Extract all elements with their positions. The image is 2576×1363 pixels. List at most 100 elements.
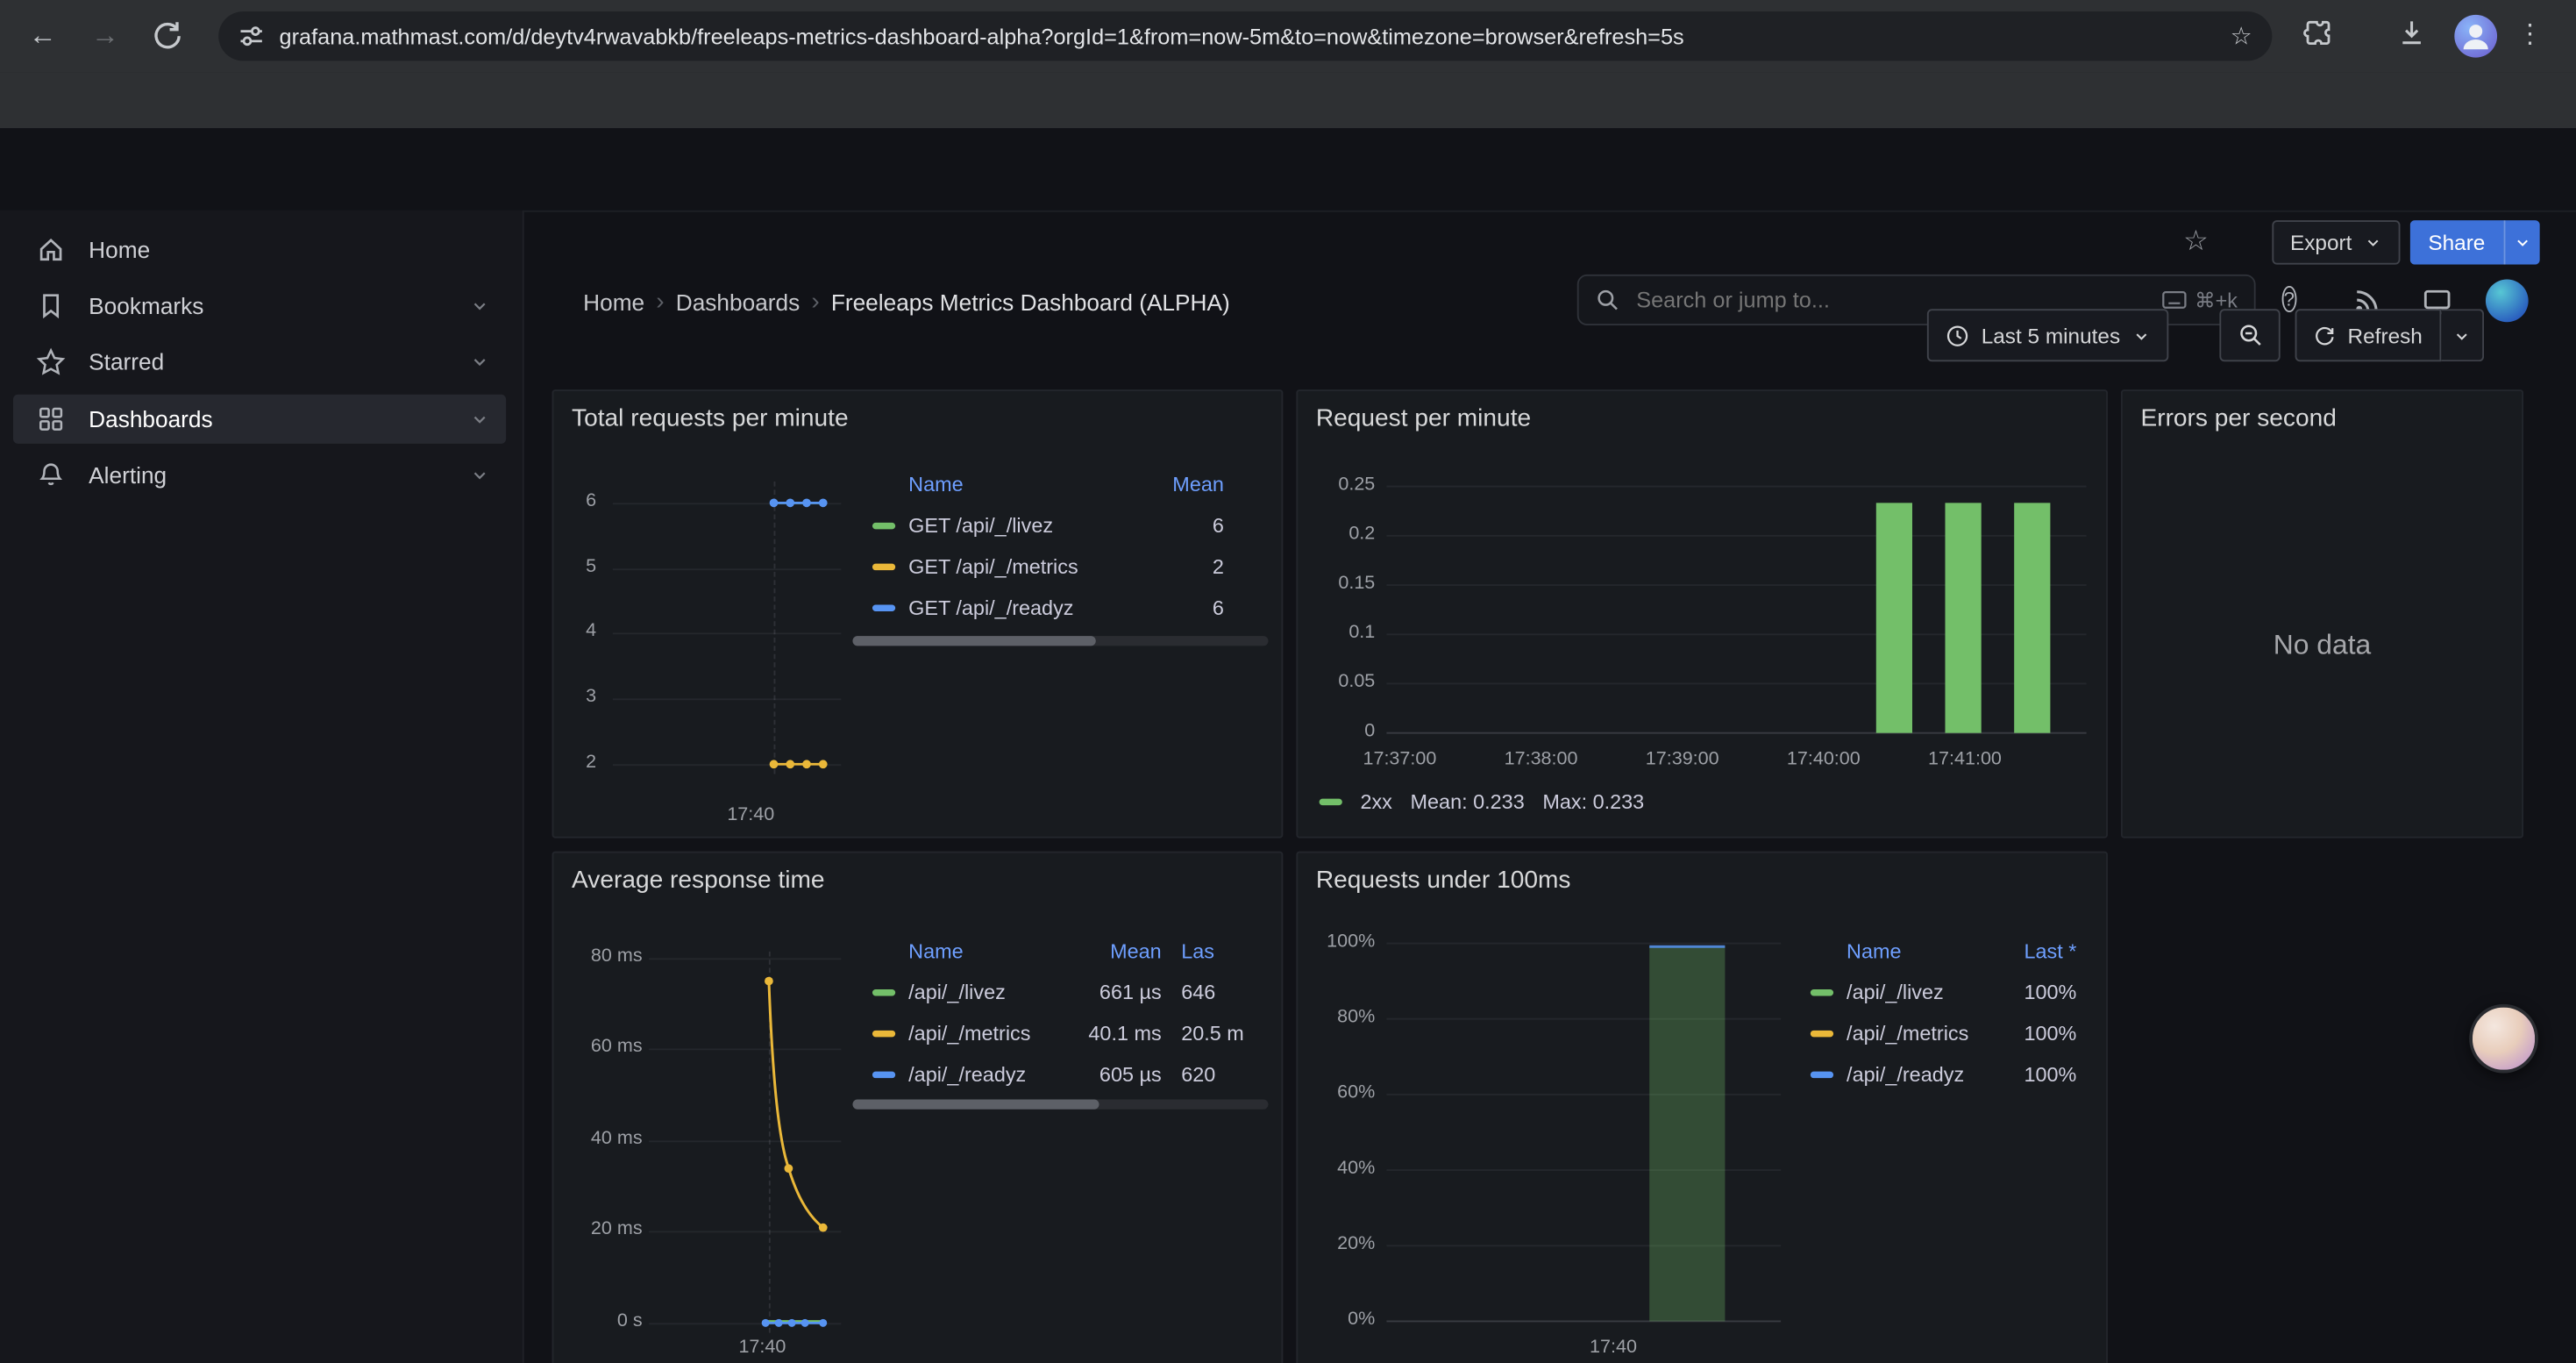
forward-icon[interactable]: → — [85, 17, 125, 56]
legend-col-name[interactable]: Name — [1847, 939, 2001, 962]
url-input[interactable] — [280, 24, 2231, 48]
x-tick: 17:39:00 — [1646, 749, 1719, 768]
series-name[interactable]: /api/_/readyz — [1847, 1062, 2001, 1085]
zoom-out-button[interactable] — [2219, 309, 2280, 361]
chevron-down-icon[interactable] — [470, 296, 489, 315]
sidebar-item-alerting[interactable]: Alerting — [13, 450, 506, 499]
series-name[interactable]: /api/_/livez — [1847, 981, 2001, 1003]
legend-table: Name Mean Las /api/_/livez 661 µs 646 /a… — [852, 931, 1270, 1095]
series-name[interactable]: /api/_/readyz — [908, 1062, 1070, 1085]
sidebar-item-label: Home — [89, 237, 506, 263]
y-tick: 80% — [1314, 1008, 1375, 1027]
scrollbar-thumb[interactable] — [852, 636, 1095, 646]
floating-avatar[interactable] — [2469, 1004, 2538, 1074]
url-bar[interactable]: ☆ — [218, 11, 2272, 61]
export-button[interactable]: Export — [2272, 220, 2399, 265]
no-data-message: No data — [2123, 630, 2522, 662]
legend-scrollbar[interactable] — [852, 1100, 1268, 1110]
clock-icon — [1945, 323, 1969, 347]
breadcrumb-home[interactable]: Home — [583, 289, 644, 315]
chevron-down-icon[interactable] — [470, 465, 489, 484]
refresh-interval-chevron[interactable] — [2440, 309, 2483, 361]
breadcrumb-separator: › — [800, 288, 831, 316]
sidebar-item-label: Starred — [89, 348, 470, 375]
browser-menu-icon[interactable]: ⋮ — [2517, 17, 2540, 56]
y-tick: 0.1 — [1314, 623, 1375, 642]
chevron-down-icon — [2452, 326, 2471, 345]
panel-title[interactable]: Requests under 100ms — [1316, 866, 1571, 894]
legend-col-mean[interactable]: Mean — [1070, 939, 1162, 962]
legend-row: /api/_/metrics 100% — [1790, 1012, 2093, 1053]
share-button[interactable]: Share — [2410, 220, 2503, 265]
sidebar-item-label: Bookmarks — [89, 293, 470, 319]
extensions-icon[interactable] — [2302, 17, 2341, 56]
series-name[interactable]: /api/_/metrics — [908, 1022, 1070, 1045]
sidebar-item-starred[interactable]: Starred — [13, 337, 506, 386]
series-color-yellow — [872, 563, 895, 569]
x-tick: 17:40:00 — [1787, 749, 1861, 768]
site-settings-icon[interactable] — [238, 23, 265, 49]
breadcrumb-dashboards[interactable]: Dashboards — [676, 289, 800, 315]
bookmark-star-icon[interactable]: ☆ — [2231, 21, 2252, 51]
series-last: 100% — [2001, 1062, 2076, 1085]
legend-scrollbar[interactable] — [852, 636, 1268, 646]
panel-title[interactable]: Request per minute — [1316, 404, 1531, 432]
legend-col-mean[interactable]: Mean — [1158, 473, 1224, 496]
legend-col-last[interactable]: Last * — [2001, 939, 2076, 962]
legend-col-name[interactable]: Name — [908, 939, 1070, 962]
y-tick: 0.2 — [1314, 525, 1375, 544]
series-name[interactable]: GET /api/_/livez — [908, 514, 1158, 537]
panel-request-per-minute: Request per minute 0.25 0.2 0.15 0.1 0.0… — [1296, 389, 2108, 838]
series-last: 620 — [1162, 1062, 1254, 1085]
panel-title[interactable]: Errors per second — [2140, 404, 2336, 432]
series-name[interactable]: GET /api/_/readyz — [908, 596, 1158, 618]
series-last: 100% — [2001, 981, 2076, 1003]
time-range-picker[interactable]: Last 5 minutes — [1927, 309, 2168, 361]
legend-row: /api/_/livez 100% — [1790, 971, 2093, 1012]
legend-col-name[interactable]: Name — [908, 473, 1158, 496]
breadcrumb: Home › Dashboards › Freeleaps Metrics Da… — [583, 288, 1230, 316]
series-color-green — [1811, 988, 1833, 995]
browser-profile-avatar[interactable] — [2454, 15, 2497, 58]
panel-title[interactable]: Average response time — [572, 866, 825, 894]
series-color-yellow — [872, 1030, 895, 1036]
panel-title[interactable]: Total requests per minute — [572, 404, 849, 432]
series-name[interactable]: GET /api/_/metrics — [908, 554, 1158, 577]
y-tick: 40 ms — [573, 1129, 643, 1148]
favorite-star-icon[interactable]: ☆ — [2183, 225, 2209, 258]
user-avatar[interactable] — [2486, 280, 2529, 323]
legend-table: Name Mean GET /api/_/livez 6 GET /api/_/… — [852, 463, 1270, 627]
legend-row: GET /api/_/metrics 2 — [852, 546, 1270, 587]
refresh-button[interactable]: Refresh — [2295, 309, 2441, 361]
dashboards-icon — [36, 404, 66, 434]
sidebar-item-label: Alerting — [89, 462, 470, 489]
back-icon[interactable]: ← — [23, 17, 62, 56]
sidebar-item-dashboards[interactable]: Dashboards — [13, 395, 506, 444]
series-name[interactable]: 2xx — [1360, 790, 1391, 813]
reload-icon[interactable] — [148, 17, 188, 56]
legend-row: /api/_/readyz 605 µs 620 — [852, 1053, 1270, 1095]
panel-total-requests: Total requests per minute 6 5 4 3 2 17:4… — [552, 389, 1284, 838]
y-tick: 2 — [547, 753, 596, 772]
star-icon — [36, 346, 66, 376]
sidebar-item-bookmarks[interactable]: Bookmarks — [13, 281, 506, 330]
share-menu-chevron[interactable] — [2503, 220, 2539, 265]
y-tick: 40% — [1314, 1159, 1375, 1178]
y-tick: 4 — [547, 621, 596, 640]
x-tick: 17:40 — [727, 805, 774, 824]
y-tick: 0.15 — [1314, 574, 1375, 593]
scrollbar-thumb[interactable] — [852, 1100, 1099, 1110]
chevron-down-icon[interactable] — [470, 352, 489, 371]
series-name[interactable]: /api/_/metrics — [1847, 1022, 2001, 1045]
help-icon[interactable]: ? — [2282, 284, 2296, 316]
y-tick: 0% — [1314, 1309, 1375, 1329]
sidebar-item-home[interactable]: Home — [13, 225, 506, 275]
downloads-icon[interactable] — [2395, 17, 2435, 56]
browser-toolbar: ← → ☆ ⋮ — [0, 0, 2576, 72]
zoom-out-icon — [2237, 322, 2263, 348]
legend-row: GET /api/_/livez 6 — [852, 504, 1270, 546]
legend-col-last[interactable]: Las — [1162, 939, 1254, 962]
chevron-down-icon[interactable] — [470, 410, 489, 429]
legend-row: /api/_/metrics 40.1 ms 20.5 m — [852, 1012, 1270, 1053]
series-name[interactable]: /api/_/livez — [908, 981, 1070, 1003]
